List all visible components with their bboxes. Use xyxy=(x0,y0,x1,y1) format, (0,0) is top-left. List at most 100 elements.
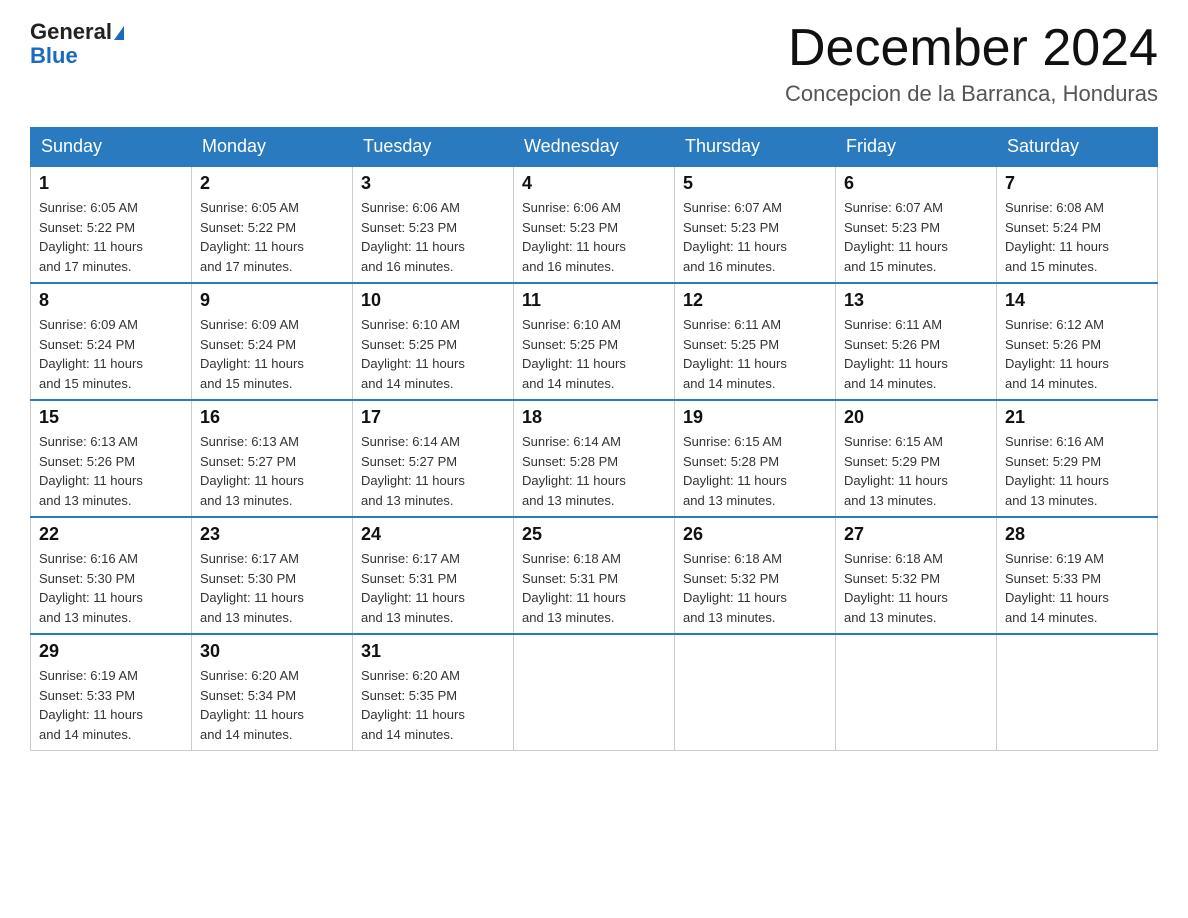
day-number: 31 xyxy=(361,641,505,662)
day-info: Sunrise: 6:09 AMSunset: 5:24 PMDaylight:… xyxy=(200,315,344,393)
calendar-cell xyxy=(675,634,836,751)
day-info: Sunrise: 6:16 AMSunset: 5:30 PMDaylight:… xyxy=(39,549,183,627)
day-number: 8 xyxy=(39,290,183,311)
calendar-cell: 6 Sunrise: 6:07 AMSunset: 5:23 PMDaylight… xyxy=(836,166,997,283)
day-number: 7 xyxy=(1005,173,1149,194)
calendar-header-monday: Monday xyxy=(192,128,353,167)
day-info: Sunrise: 6:10 AMSunset: 5:25 PMDaylight:… xyxy=(361,315,505,393)
calendar-cell: 15Sunrise: 6:13 AMSunset: 5:26 PMDayligh… xyxy=(31,400,192,517)
day-number: 28 xyxy=(1005,524,1149,545)
day-info: Sunrise: 6:16 AMSunset: 5:29 PMDaylight:… xyxy=(1005,432,1149,510)
day-info: Sunrise: 6:18 AMSunset: 5:31 PMDaylight:… xyxy=(522,549,666,627)
logo-general-text: General xyxy=(30,19,112,44)
calendar-week-row: 29Sunrise: 6:19 AMSunset: 5:33 PMDayligh… xyxy=(31,634,1158,751)
day-number: 10 xyxy=(361,290,505,311)
calendar-cell: 13Sunrise: 6:11 AMSunset: 5:26 PMDayligh… xyxy=(836,283,997,400)
day-info: Sunrise: 6:17 AMSunset: 5:30 PMDaylight:… xyxy=(200,549,344,627)
day-info: Sunrise: 6:14 AMSunset: 5:27 PMDaylight:… xyxy=(361,432,505,510)
calendar-cell: 28 Sunrise: 6:19 AMSunset: 5:33 PMDayligh… xyxy=(997,517,1158,634)
day-info: Sunrise: 6:18 AMSunset: 5:32 PMDaylight:… xyxy=(844,549,988,627)
calendar-cell: 22 Sunrise: 6:16 AMSunset: 5:30 PMDayligh… xyxy=(31,517,192,634)
day-info: Sunrise: 6:12 AMSunset: 5:26 PMDaylight:… xyxy=(1005,315,1149,393)
calendar-cell: 21 Sunrise: 6:16 AMSunset: 5:29 PMDayligh… xyxy=(997,400,1158,517)
day-number: 25 xyxy=(522,524,666,545)
day-info: Sunrise: 6:20 AMSunset: 5:35 PMDaylight:… xyxy=(361,666,505,744)
calendar-header-row: SundayMondayTuesdayWednesdayThursdayFrid… xyxy=(31,128,1158,167)
day-number: 2 xyxy=(200,173,344,194)
calendar-cell: 5Sunrise: 6:07 AMSunset: 5:23 PMDaylight… xyxy=(675,166,836,283)
logo-blue-text: Blue xyxy=(30,44,124,68)
calendar-cell: 17Sunrise: 6:14 AMSunset: 5:27 PMDayligh… xyxy=(353,400,514,517)
calendar-week-row: 22 Sunrise: 6:16 AMSunset: 5:30 PMDayligh… xyxy=(31,517,1158,634)
day-info: Sunrise: 6:08 AMSunset: 5:24 PMDaylight:… xyxy=(1005,198,1149,276)
day-number: 20 xyxy=(844,407,988,428)
calendar-cell: 2 Sunrise: 6:05 AMSunset: 5:22 PMDaylight… xyxy=(192,166,353,283)
calendar-header-sunday: Sunday xyxy=(31,128,192,167)
day-info: Sunrise: 6:11 AMSunset: 5:25 PMDaylight:… xyxy=(683,315,827,393)
day-number: 27 xyxy=(844,524,988,545)
day-number: 29 xyxy=(39,641,183,662)
calendar-cell: 3 Sunrise: 6:06 AMSunset: 5:23 PMDaylight… xyxy=(353,166,514,283)
calendar-week-row: 15Sunrise: 6:13 AMSunset: 5:26 PMDayligh… xyxy=(31,400,1158,517)
day-info: Sunrise: 6:17 AMSunset: 5:31 PMDaylight:… xyxy=(361,549,505,627)
calendar-cell: 20 Sunrise: 6:15 AMSunset: 5:29 PMDayligh… xyxy=(836,400,997,517)
calendar-cell: 1 Sunrise: 6:05 AMSunset: 5:22 PMDaylight… xyxy=(31,166,192,283)
day-number: 16 xyxy=(200,407,344,428)
day-number: 14 xyxy=(1005,290,1149,311)
calendar-cell: 12 Sunrise: 6:11 AMSunset: 5:25 PMDayligh… xyxy=(675,283,836,400)
day-info: Sunrise: 6:15 AMSunset: 5:29 PMDaylight:… xyxy=(844,432,988,510)
calendar-cell: 8Sunrise: 6:09 AMSunset: 5:24 PMDaylight… xyxy=(31,283,192,400)
logo-triangle-icon xyxy=(114,26,124,40)
calendar-cell: 31 Sunrise: 6:20 AMSunset: 5:35 PMDayligh… xyxy=(353,634,514,751)
calendar-cell xyxy=(997,634,1158,751)
day-number: 4 xyxy=(522,173,666,194)
calendar-cell xyxy=(514,634,675,751)
day-info: Sunrise: 6:14 AMSunset: 5:28 PMDaylight:… xyxy=(522,432,666,510)
day-info: Sunrise: 6:07 AMSunset: 5:23 PMDaylight:… xyxy=(844,198,988,276)
calendar-cell: 9 Sunrise: 6:09 AMSunset: 5:24 PMDaylight… xyxy=(192,283,353,400)
calendar-table: SundayMondayTuesdayWednesdayThursdayFrid… xyxy=(30,127,1158,751)
day-number: 24 xyxy=(361,524,505,545)
calendar-cell: 26Sunrise: 6:18 AMSunset: 5:32 PMDayligh… xyxy=(675,517,836,634)
day-number: 22 xyxy=(39,524,183,545)
header: General Blue December 2024 Concepcion de… xyxy=(30,20,1158,107)
calendar-header-friday: Friday xyxy=(836,128,997,167)
calendar-cell: 10 Sunrise: 6:10 AMSunset: 5:25 PMDayligh… xyxy=(353,283,514,400)
calendar-cell: 29Sunrise: 6:19 AMSunset: 5:33 PMDayligh… xyxy=(31,634,192,751)
day-number: 15 xyxy=(39,407,183,428)
calendar-cell: 27 Sunrise: 6:18 AMSunset: 5:32 PMDayligh… xyxy=(836,517,997,634)
logo: General Blue xyxy=(30,20,124,68)
calendar-cell: 19 Sunrise: 6:15 AMSunset: 5:28 PMDayligh… xyxy=(675,400,836,517)
day-info: Sunrise: 6:20 AMSunset: 5:34 PMDaylight:… xyxy=(200,666,344,744)
calendar-header-wednesday: Wednesday xyxy=(514,128,675,167)
day-number: 1 xyxy=(39,173,183,194)
calendar-cell: 23 Sunrise: 6:17 AMSunset: 5:30 PMDayligh… xyxy=(192,517,353,634)
day-info: Sunrise: 6:15 AMSunset: 5:28 PMDaylight:… xyxy=(683,432,827,510)
day-number: 3 xyxy=(361,173,505,194)
calendar-cell: 16 Sunrise: 6:13 AMSunset: 5:27 PMDayligh… xyxy=(192,400,353,517)
calendar-cell: 7 Sunrise: 6:08 AMSunset: 5:24 PMDaylight… xyxy=(997,166,1158,283)
calendar-cell xyxy=(836,634,997,751)
day-number: 6 xyxy=(844,173,988,194)
day-number: 23 xyxy=(200,524,344,545)
day-info: Sunrise: 6:13 AMSunset: 5:27 PMDaylight:… xyxy=(200,432,344,510)
calendar-cell: 30Sunrise: 6:20 AMSunset: 5:34 PMDayligh… xyxy=(192,634,353,751)
day-number: 18 xyxy=(522,407,666,428)
day-number: 11 xyxy=(522,290,666,311)
day-info: Sunrise: 6:19 AMSunset: 5:33 PMDaylight:… xyxy=(1005,549,1149,627)
day-info: Sunrise: 6:05 AMSunset: 5:22 PMDaylight:… xyxy=(200,198,344,276)
day-number: 12 xyxy=(683,290,827,311)
title-area: December 2024 Concepcion de la Barranca,… xyxy=(785,20,1158,107)
day-number: 5 xyxy=(683,173,827,194)
calendar-cell: 25 Sunrise: 6:18 AMSunset: 5:31 PMDayligh… xyxy=(514,517,675,634)
day-number: 9 xyxy=(200,290,344,311)
day-info: Sunrise: 6:06 AMSunset: 5:23 PMDaylight:… xyxy=(361,198,505,276)
calendar-cell: 4Sunrise: 6:06 AMSunset: 5:23 PMDaylight… xyxy=(514,166,675,283)
calendar-cell: 14 Sunrise: 6:12 AMSunset: 5:26 PMDayligh… xyxy=(997,283,1158,400)
day-info: Sunrise: 6:05 AMSunset: 5:22 PMDaylight:… xyxy=(39,198,183,276)
calendar-cell: 18 Sunrise: 6:14 AMSunset: 5:28 PMDayligh… xyxy=(514,400,675,517)
day-number: 21 xyxy=(1005,407,1149,428)
calendar-week-row: 8 Sunrise: 6:09 AMSunset: 5:24 PMDaylight… xyxy=(31,283,1158,400)
day-number: 19 xyxy=(683,407,827,428)
day-number: 13 xyxy=(844,290,988,311)
